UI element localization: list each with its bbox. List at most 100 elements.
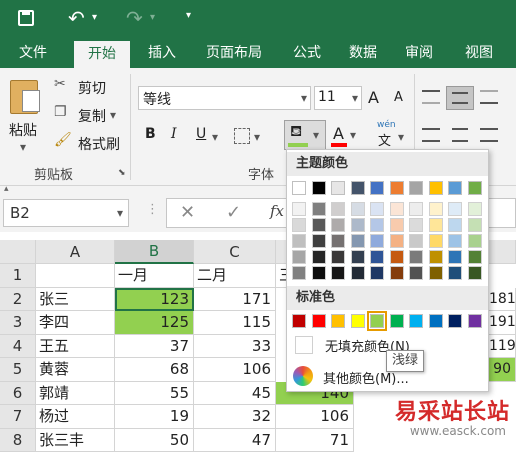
cell-a[interactable]: 黄蓉 (36, 358, 115, 382)
tab-data[interactable]: 数据 (340, 38, 386, 68)
increase-font-button[interactable]: A (368, 88, 379, 107)
align-right-icon[interactable] (480, 128, 498, 142)
theme-color-swatch[interactable] (390, 181, 404, 195)
standard-color-swatch[interactable] (409, 314, 423, 328)
theme-shade-swatch[interactable] (390, 250, 404, 264)
enter-icon[interactable]: ✓ (226, 202, 241, 223)
theme-shade-swatch[interactable] (468, 234, 482, 248)
align-bottom-icon[interactable] (480, 90, 498, 104)
standard-color-swatch[interactable] (312, 314, 326, 328)
theme-shade-swatch[interactable] (292, 266, 306, 280)
underline-dropdown-icon[interactable]: ▾ (212, 130, 218, 144)
cell-d[interactable]: 71 (276, 429, 354, 452)
standard-color-swatch[interactable] (370, 314, 384, 328)
column-header-c[interactable]: C (194, 240, 276, 264)
cell-b[interactable]: 125 (115, 311, 194, 335)
cell-partial[interactable]: 191 (489, 311, 516, 335)
tab-file[interactable]: 文件 (6, 38, 60, 68)
font-color-button[interactable]: A (333, 124, 344, 143)
theme-shade-swatch[interactable] (448, 250, 462, 264)
align-left-icon[interactable] (422, 128, 440, 142)
theme-shade-swatch[interactable] (370, 250, 384, 264)
theme-shade-swatch[interactable] (312, 218, 326, 232)
paste-dropdown-icon[interactable]: ▾ (20, 140, 26, 154)
theme-shade-swatch[interactable] (370, 218, 384, 232)
cell-a[interactable]: 杨过 (36, 405, 115, 429)
tab-home[interactable]: 开始 (74, 41, 130, 68)
theme-shade-swatch[interactable] (351, 234, 365, 248)
cell-partial[interactable]: 119 (489, 335, 516, 359)
cell-c[interactable]: 115 (194, 311, 276, 335)
cell-a[interactable]: 李四 (36, 311, 115, 335)
format-painter-button[interactable]: 格式刷 (78, 134, 120, 154)
borders-dropdown-icon[interactable]: ▾ (254, 130, 260, 144)
cell-c[interactable]: 二月 (194, 264, 276, 288)
theme-shade-swatch[interactable] (351, 266, 365, 280)
redo-dropdown-icon[interactable]: ▾ (150, 12, 155, 23)
theme-shade-swatch[interactable] (331, 234, 345, 248)
row-header[interactable]: 6 (0, 382, 36, 406)
theme-shade-swatch[interactable] (429, 218, 443, 232)
theme-color-swatch[interactable] (468, 181, 482, 195)
column-header-a[interactable]: A (36, 240, 115, 264)
font-color-dropdown-icon[interactable]: ▾ (350, 128, 356, 142)
row-header[interactable]: 5 (0, 358, 36, 382)
theme-shade-swatch[interactable] (409, 266, 423, 280)
insert-function-icon[interactable]: fx (270, 202, 284, 220)
theme-shade-swatch[interactable] (370, 202, 384, 216)
phonetic-dropdown-icon[interactable]: ▾ (398, 130, 404, 144)
theme-shade-swatch[interactable] (370, 266, 384, 280)
cut-button[interactable]: 剪切 (78, 78, 106, 98)
cell-b[interactable]: 19 (115, 405, 194, 429)
theme-shade-swatch[interactable] (312, 250, 326, 264)
theme-color-swatch[interactable] (429, 181, 443, 195)
tab-insert[interactable]: 插入 (136, 38, 188, 68)
theme-shade-swatch[interactable] (409, 202, 423, 216)
cell-a[interactable]: 郭靖 (36, 382, 115, 406)
theme-shade-swatch[interactable] (292, 250, 306, 264)
standard-color-swatch[interactable] (351, 314, 365, 328)
cell-d[interactable]: 106 (276, 405, 354, 429)
tab-review[interactable]: 审阅 (396, 38, 442, 68)
theme-shade-swatch[interactable] (331, 218, 345, 232)
cell-c[interactable]: 45 (194, 382, 276, 406)
italic-button[interactable]: I (171, 126, 177, 142)
standard-color-swatch[interactable] (292, 314, 306, 328)
borders-icon[interactable] (234, 128, 250, 144)
tab-formulas[interactable]: 公式 (284, 38, 330, 68)
underline-button[interactable]: U (196, 126, 206, 142)
theme-shade-swatch[interactable] (351, 202, 365, 216)
cell-a[interactable] (36, 264, 115, 288)
theme-shade-swatch[interactable] (312, 202, 326, 216)
cell-b[interactable]: 37 (115, 335, 194, 359)
theme-shade-swatch[interactable] (351, 250, 365, 264)
select-all-corner[interactable] (0, 240, 36, 264)
theme-color-swatch[interactable] (351, 181, 365, 195)
theme-color-swatch[interactable] (331, 181, 345, 195)
paste-button[interactable]: 粘贴 (9, 120, 37, 140)
copy-button[interactable]: 复制 (78, 106, 106, 126)
theme-shade-swatch[interactable] (370, 234, 384, 248)
decrease-font-button[interactable]: A (394, 90, 403, 105)
row-header[interactable]: 1 (0, 264, 36, 288)
row-header[interactable]: 8 (0, 429, 36, 452)
theme-shade-swatch[interactable] (331, 266, 345, 280)
theme-shade-swatch[interactable] (468, 218, 482, 232)
bold-button[interactable]: B (145, 126, 156, 142)
cell-b[interactable]: 55 (115, 382, 194, 406)
cell-b[interactable]: 68 (115, 358, 194, 382)
theme-shade-swatch[interactable] (390, 218, 404, 232)
align-top-icon[interactable] (422, 90, 440, 104)
theme-shade-swatch[interactable] (429, 234, 443, 248)
theme-color-swatch[interactable] (370, 181, 384, 195)
cell-b[interactable]: 一月 (115, 264, 194, 288)
theme-shade-swatch[interactable] (409, 218, 423, 232)
align-center-icon[interactable] (452, 128, 468, 142)
theme-shade-swatch[interactable] (429, 202, 443, 216)
cell-partial[interactable]: 90 (489, 358, 516, 382)
copy-dropdown-icon[interactable]: ▾ (110, 108, 116, 122)
theme-shade-swatch[interactable] (429, 250, 443, 264)
cell-c[interactable]: 106 (194, 358, 276, 382)
theme-shade-swatch[interactable] (468, 266, 482, 280)
theme-shade-swatch[interactable] (312, 234, 326, 248)
